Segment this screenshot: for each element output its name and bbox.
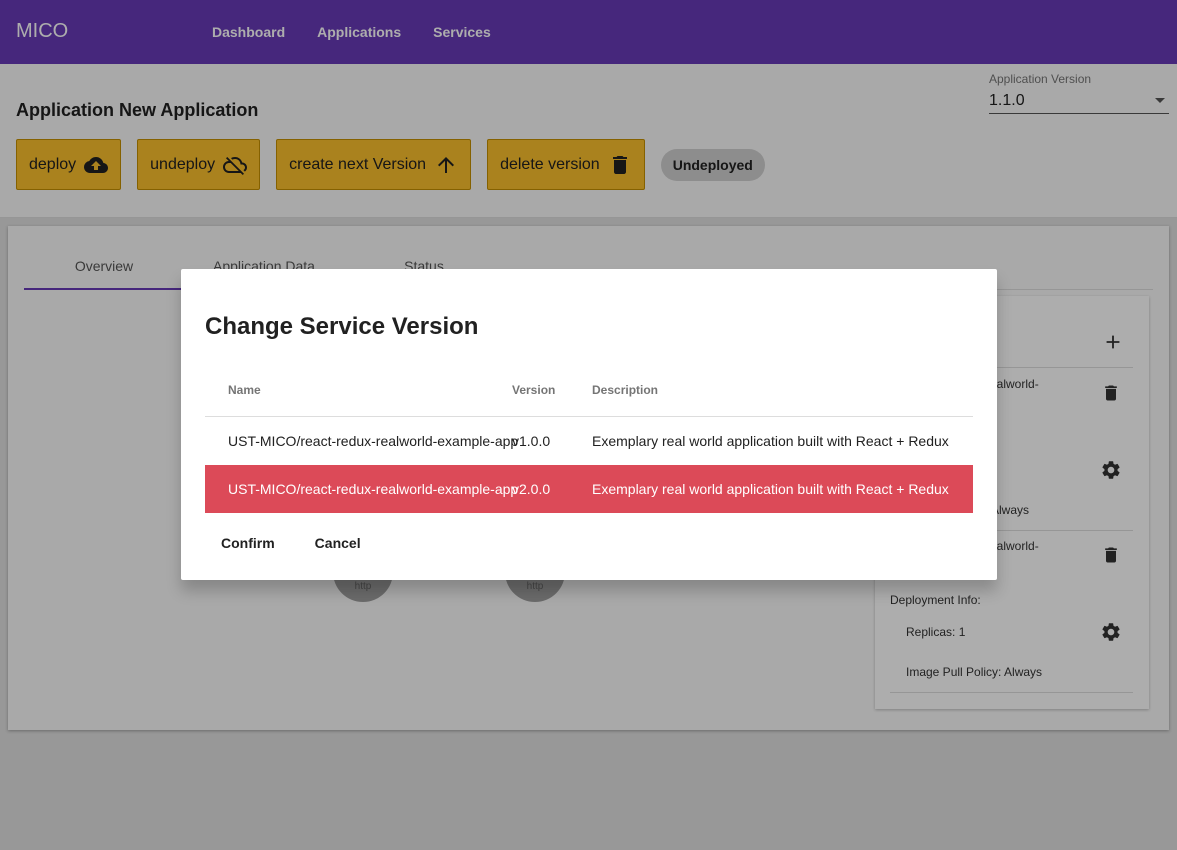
cancel-button[interactable]: Cancel: [315, 531, 361, 555]
confirm-button[interactable]: Confirm: [205, 531, 275, 555]
row-version: v2.0.0: [512, 481, 551, 497]
dialog-title: Change Service Version: [205, 313, 479, 340]
row-name: UST-MICO/react-redux-realworld-example-a…: [228, 433, 519, 449]
row-description: Exemplary real world application built w…: [592, 481, 949, 497]
dialog-actions: Confirm Cancel: [205, 531, 401, 555]
row-description: Exemplary real world application built w…: [592, 433, 949, 449]
table-header: Name Version Description: [205, 367, 973, 417]
row-name: UST-MICO/react-redux-realworld-example-a…: [228, 481, 519, 497]
table-row-selected[interactable]: UST-MICO/react-redux-realworld-example-a…: [205, 465, 973, 513]
service-version-table: Name Version Description UST-MICO/react-…: [205, 367, 973, 513]
change-service-version-dialog: Change Service Version Name Version Desc…: [181, 269, 997, 580]
column-header-version: Version: [512, 383, 556, 397]
row-version: v1.0.0: [512, 433, 551, 449]
table-row[interactable]: UST-MICO/react-redux-realworld-example-a…: [205, 417, 973, 465]
column-header-description: Description: [592, 383, 659, 397]
column-header-name: Name: [228, 383, 261, 397]
